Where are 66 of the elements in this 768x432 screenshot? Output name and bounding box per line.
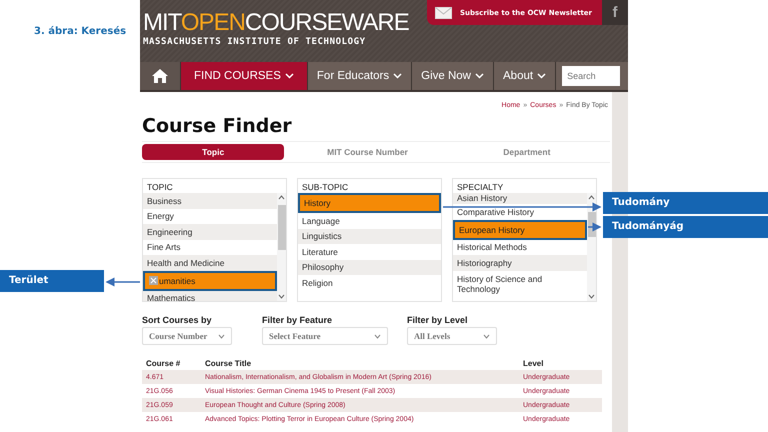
caret-icon [475, 73, 484, 79]
list-item[interactable]: Philosophy [298, 260, 441, 275]
list-item[interactable]: Linguistics [298, 228, 441, 244]
annotation-label: Tudományág [603, 216, 768, 238]
site-logo[interactable]: MITOPENCOURSEWARE MASSACHUSETTS INSTITUTE OF TECHNOLOGY [140, 0, 409, 62]
dropdown[interactable]: Select Feature [262, 327, 388, 345]
home-button[interactable] [140, 62, 181, 90]
filter-label: Filter by Level [407, 315, 469, 325]
figure-caption: 3. ábra: Keresés [34, 26, 126, 37]
nav-menu-item[interactable]: Give Now [412, 62, 494, 90]
caret-icon [218, 334, 225, 338]
list-item[interactable]: Historiography [453, 255, 587, 270]
caret-icon [393, 73, 402, 79]
scrollbar-thumb[interactable] [278, 204, 286, 250]
list-item[interactable]: History [298, 193, 441, 213]
page-title: Course Finder [142, 115, 293, 137]
nav-menu-item[interactable]: For Educators [308, 62, 412, 90]
social-link[interactable]: f [602, 0, 628, 25]
column-header: Level [519, 357, 602, 370]
list-item[interactable]: Mathematics [143, 290, 277, 301]
list-heading: SUB-TOPIC [301, 181, 350, 193]
chevron-up-icon[interactable] [278, 195, 285, 200]
close-icon [149, 276, 158, 285]
caret-icon [537, 73, 546, 79]
list-item[interactable]: Energy [143, 208, 277, 224]
chevron-up-icon[interactable] [588, 195, 595, 200]
scrollbar[interactable] [277, 193, 286, 301]
list-heading: TOPIC [146, 181, 174, 193]
list-item[interactable]: umanities [143, 270, 277, 290]
envelope-icon [434, 6, 452, 18]
list-item[interactable]: Health and Medicine [143, 255, 277, 270]
nav-menu-item[interactable]: FIND COURSES [181, 62, 308, 90]
list-item[interactable]: Religion [298, 275, 441, 290]
list-item[interactable]: Comparative History [453, 204, 587, 220]
caret-icon [483, 334, 490, 338]
finder-tab[interactable]: Topic [142, 144, 284, 160]
finder-tab[interactable]: Department [456, 144, 598, 160]
list-item[interactable]: Business [143, 193, 277, 208]
list-heading: SPECIALTY [456, 181, 504, 193]
dropdown[interactable]: All Levels [407, 327, 497, 345]
filter-label: Filter by Feature [262, 315, 334, 325]
caret-icon [374, 334, 381, 338]
list-item[interactable]: History of Science and Technology [453, 270, 587, 296]
list-item[interactable]: Literature [298, 244, 441, 260]
caret-icon [284, 73, 294, 79]
nav-menu-item[interactable]: About [494, 62, 556, 90]
search-field[interactable]: Search [562, 66, 620, 86]
list-item[interactable]: Fine Arts [143, 240, 277, 255]
leader-line [588, 222, 602, 232]
list-item[interactable]: Engineering [143, 224, 277, 240]
leader-line [106, 278, 140, 286]
chevron-down-icon[interactable] [278, 294, 285, 299]
finder-tab[interactable]: MIT Course Number [296, 144, 439, 160]
column-header: Course Title [201, 357, 519, 370]
column-header: Course # [142, 357, 201, 370]
dropdown[interactable]: Course Number [142, 327, 232, 345]
home-icon [151, 68, 169, 84]
list-item[interactable]: European History [453, 220, 587, 240]
filter-label: Sort Courses by [142, 315, 213, 325]
list-item[interactable]: Historical Methods [453, 240, 587, 255]
chevron-down-icon[interactable] [588, 294, 595, 299]
annotation-label: Terület [0, 270, 104, 292]
list-item[interactable]: Asian History [453, 193, 587, 204]
scrollbar[interactable] [587, 193, 596, 301]
annotation-label: Tudomány [603, 192, 768, 214]
list-item[interactable]: Language [298, 213, 441, 228]
